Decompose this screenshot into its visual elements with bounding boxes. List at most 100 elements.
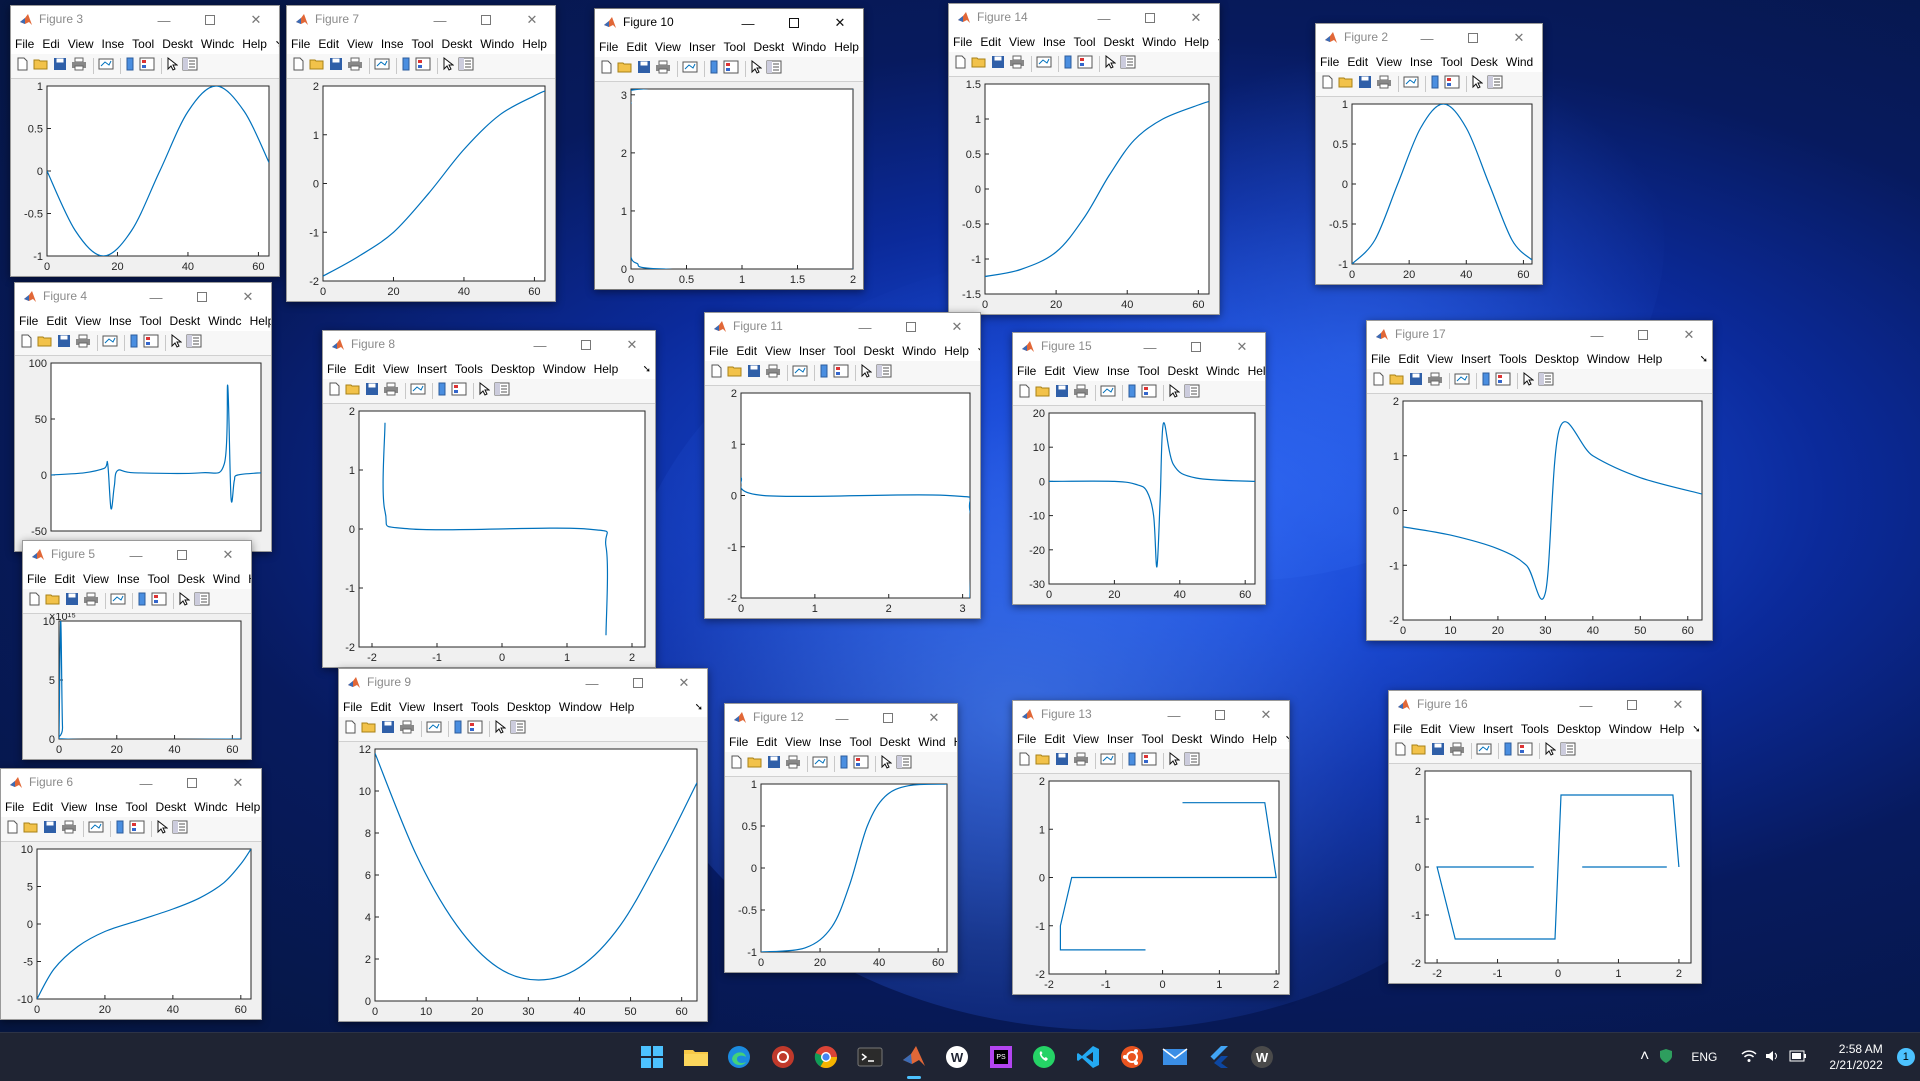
link-plot-icon[interactable]	[110, 592, 126, 611]
new-file-icon[interactable]	[327, 382, 341, 401]
edge-icon[interactable]	[725, 1043, 753, 1071]
figure-window[interactable]: Figure 13—✕FileEditViewInserToolDesktWin…	[1012, 700, 1290, 995]
minimize-icon[interactable]: —	[1563, 691, 1609, 719]
pointer-icon[interactable]	[1168, 752, 1180, 771]
link-plot-icon[interactable]	[410, 382, 426, 401]
menu-item[interactable]: Help	[242, 37, 267, 51]
property-editor-icon[interactable]	[172, 820, 188, 839]
save-icon[interactable]	[365, 382, 379, 401]
new-file-icon[interactable]	[291, 57, 305, 76]
print-icon[interactable]	[399, 720, 415, 739]
open-folder-icon[interactable]	[971, 55, 987, 74]
menu-item[interactable]: Tool	[834, 344, 856, 358]
menu-item[interactable]: Inse	[819, 735, 842, 749]
menu-item[interactable]: Inse	[95, 800, 118, 814]
menu-overflow-icon[interactable]: ➘	[275, 39, 279, 50]
new-file-icon[interactable]	[5, 820, 19, 839]
menu-item[interactable]: View	[61, 800, 87, 814]
colorbar-icon[interactable]	[401, 57, 411, 76]
menu-item[interactable]: File	[27, 572, 46, 586]
pointer-icon[interactable]	[750, 60, 762, 79]
obs-icon[interactable]	[769, 1043, 797, 1071]
chevron-up-icon[interactable]: ˄	[1640, 1048, 1649, 1066]
print-icon[interactable]	[1073, 384, 1089, 403]
title-bar[interactable]: Figure 5—✕	[23, 541, 251, 569]
open-folder-icon[interactable]	[727, 364, 743, 383]
legend-icon[interactable]	[1495, 372, 1511, 391]
security-icon[interactable]	[1659, 1048, 1673, 1067]
close-icon[interactable]: ✕	[215, 769, 261, 797]
open-folder-icon[interactable]	[23, 820, 39, 839]
pointer-icon[interactable]	[1522, 372, 1534, 391]
close-icon[interactable]: ✕	[509, 6, 555, 34]
plot-area[interactable]: 20100-10-20-300204060	[1013, 405, 1265, 604]
title-bar[interactable]: Figure 13—✕	[1013, 701, 1289, 729]
menu-item[interactable]: Inse	[109, 314, 132, 328]
menu-item[interactable]: Edit	[1347, 55, 1368, 69]
menu-item[interactable]: File	[1371, 352, 1390, 366]
link-plot-icon[interactable]	[102, 334, 118, 353]
close-icon[interactable]: ✕	[233, 6, 279, 34]
new-file-icon[interactable]	[599, 60, 613, 79]
maximize-icon[interactable]	[1173, 333, 1219, 361]
open-folder-icon[interactable]	[1035, 384, 1051, 403]
close-icon[interactable]: ✕	[1219, 333, 1265, 361]
menu-item[interactable]: View	[1009, 35, 1035, 49]
figure-window[interactable]: Figure 12—✕FileEditViewInseToolDesktWind…	[724, 703, 958, 973]
menu-item[interactable]: Help	[1184, 35, 1209, 49]
menu-item[interactable]: Edit	[46, 314, 67, 328]
plot-area[interactable]: 321000.511.52	[595, 81, 863, 289]
menu-item[interactable]: Edit	[354, 362, 375, 376]
menu-item[interactable]: Edit	[1044, 732, 1065, 746]
minimize-icon[interactable]: —	[123, 769, 169, 797]
save-icon[interactable]	[747, 364, 761, 383]
title-bar[interactable]: Figure 7—✕	[287, 6, 555, 34]
menu-item[interactable]: Insert	[1483, 722, 1513, 736]
new-file-icon[interactable]	[27, 592, 41, 611]
print-icon[interactable]	[1376, 75, 1392, 94]
save-icon[interactable]	[1055, 384, 1069, 403]
minimize-icon[interactable]: —	[141, 6, 187, 34]
save-icon[interactable]	[57, 334, 71, 353]
property-editor-icon[interactable]	[1184, 752, 1200, 771]
legend-icon[interactable]	[451, 382, 467, 401]
figure-window[interactable]: Figure 3—✕FileEdiViewInseToolDesktWindcH…	[10, 5, 280, 277]
legend-icon[interactable]	[467, 720, 483, 739]
menu-overflow-icon[interactable]: ➘	[1692, 724, 1700, 735]
minimize-icon[interactable]: —	[819, 704, 865, 732]
menu-item[interactable]: Tool	[1142, 732, 1164, 746]
link-plot-icon[interactable]	[1476, 742, 1492, 761]
minimize-icon[interactable]: —	[133, 283, 179, 311]
minimize-icon[interactable]: —	[1081, 4, 1127, 32]
print-icon[interactable]	[1009, 55, 1025, 74]
menu-item[interactable]: File	[1320, 55, 1339, 69]
maximize-icon[interactable]	[179, 283, 225, 311]
menu-item[interactable]: Edit	[756, 735, 777, 749]
close-icon[interactable]: ✕	[1655, 691, 1701, 719]
link-plot-icon[interactable]	[88, 820, 104, 839]
title-bar[interactable]: Figure 3—✕	[11, 6, 279, 34]
pointer-icon[interactable]	[1168, 384, 1180, 403]
menu-item[interactable]: View	[1449, 722, 1475, 736]
print-icon[interactable]	[1427, 372, 1443, 391]
menu-item[interactable]: Edit	[736, 344, 757, 358]
menu-item[interactable]: View	[1427, 352, 1453, 366]
file-explorer-icon[interactable]	[682, 1043, 710, 1071]
pointer-icon[interactable]	[442, 57, 454, 76]
title-bar[interactable]: Figure 10—✕	[595, 9, 863, 37]
menu-item[interactable]: Windo	[1210, 732, 1244, 746]
legend-icon[interactable]	[853, 755, 869, 774]
plot-area[interactable]: 1210864200102030405060	[339, 741, 707, 1021]
menu-item[interactable]: Tool	[1441, 55, 1463, 69]
menu-item[interactable]: File	[19, 314, 38, 328]
menu-item[interactable]: Tools	[1521, 722, 1549, 736]
menu-item[interactable]: Help	[236, 800, 261, 814]
open-folder-icon[interactable]	[1035, 752, 1051, 771]
menu-item[interactable]: Help	[954, 735, 957, 749]
menu-item[interactable]: Window	[1609, 722, 1652, 736]
chrome-icon[interactable]	[812, 1043, 840, 1071]
title-bar[interactable]: Figure 6—✕	[1, 769, 261, 797]
menu-overflow-icon[interactable]: ➘	[1217, 37, 1219, 48]
figure-window[interactable]: Figure 5—✕FileEditViewInseToolDeskWindHe…	[22, 540, 252, 760]
title-bar[interactable]: Figure 16—✕	[1389, 691, 1701, 719]
